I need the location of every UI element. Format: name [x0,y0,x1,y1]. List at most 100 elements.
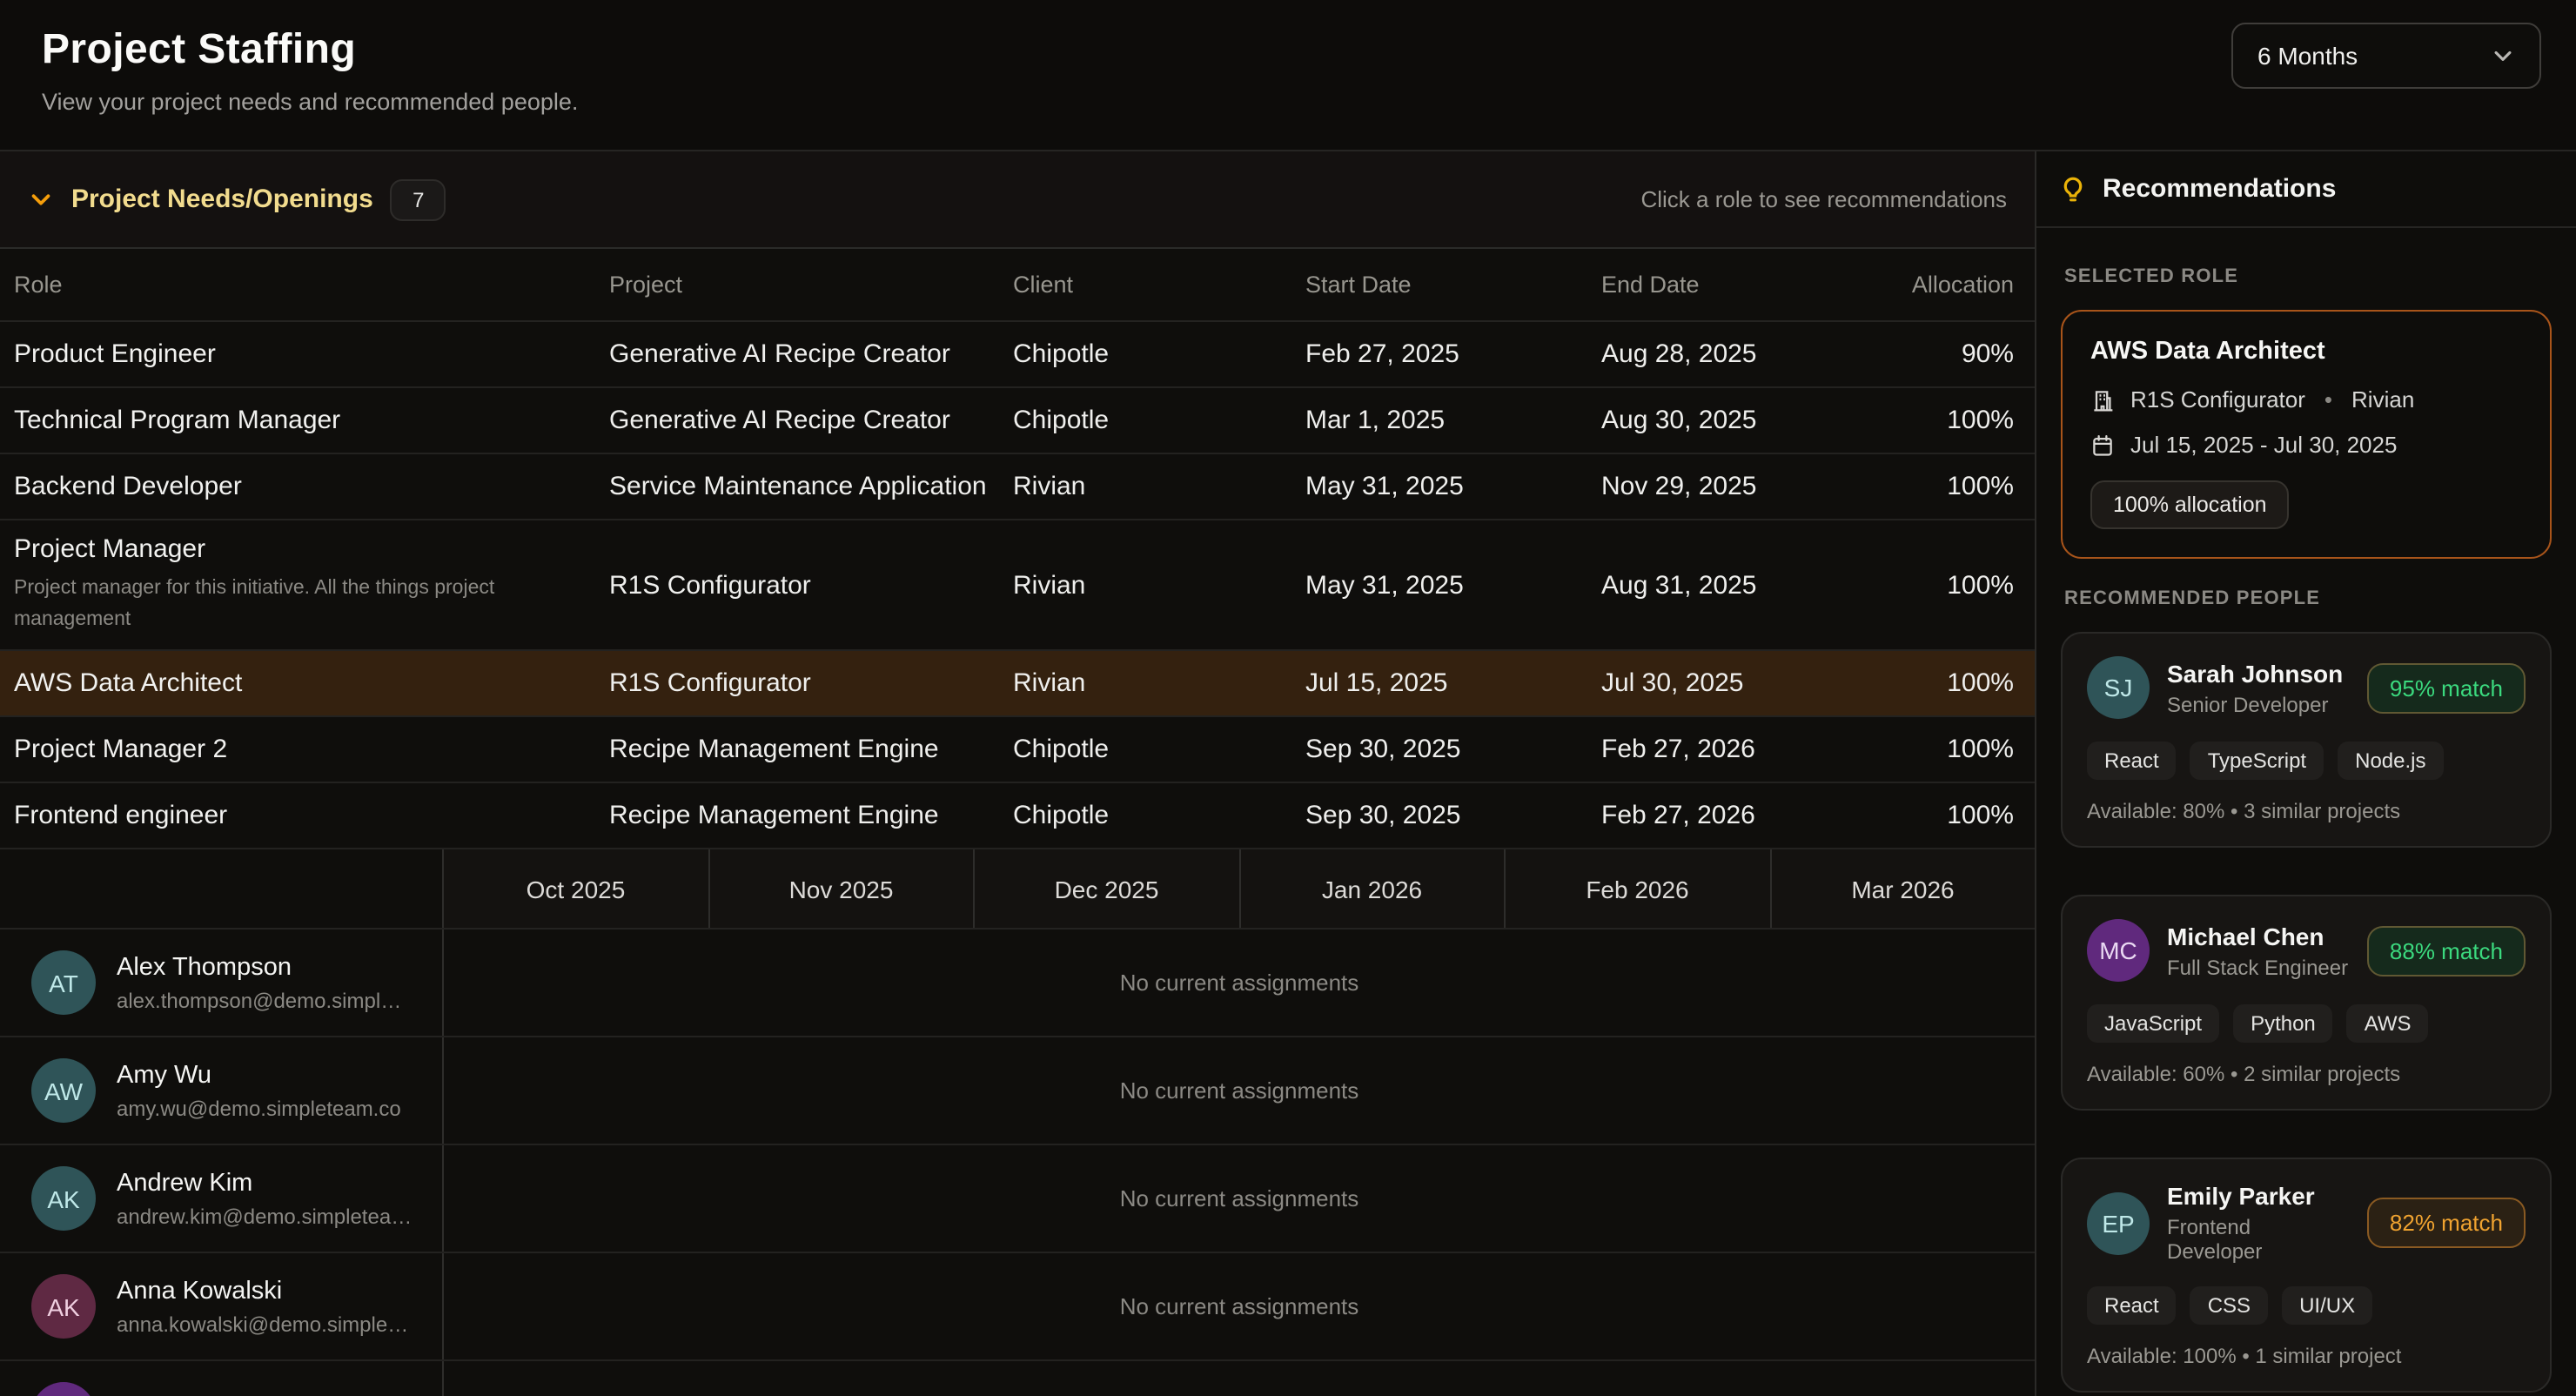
collapse-chevron-icon[interactable] [28,186,54,212]
month-cell: Feb 2026 [1504,849,1769,928]
cell-end-date: Nov 29, 2025 [1601,472,1897,501]
selected-role-client: Rivian [2351,386,2414,413]
person-email: alex.thompson@demo.simpleteam.co [117,988,413,1012]
page-header: Project Staffing View your project needs… [0,0,2576,151]
needs-table-header: Role Project Client Start Date End Date … [0,249,2035,322]
recommended-person-title: Full Stack Engineer [2167,955,2348,979]
people-timeline-list: AT Alex Thompson alex.thompson@demo.simp… [0,930,2035,1396]
need-row[interactable]: Backend Developer Service Maintenance Ap… [0,454,2035,520]
needs-count-badge: 7 [391,178,446,220]
recommended-person-card[interactable]: EP Emily Parker Frontend Developer 82% m… [2061,1158,2552,1393]
time-range-select[interactable]: 6 Months [2231,23,2541,89]
avatar: AK [31,1274,96,1339]
match-badge: 95% match [2367,662,2526,713]
skill-chip: React [2087,742,2177,780]
cell-start-date: Sep 30, 2025 [1305,801,1601,830]
avatar: AT [31,950,96,1015]
skill-chip: JavaScript [2087,1004,2219,1043]
person-email: amy.wu@demo.simpleteam.co [117,1096,401,1120]
lightbulb-icon [2059,175,2087,203]
building-icon [2090,387,2115,412]
project-staffing-app: Project Staffing View your project needs… [0,0,2576,1396]
cell-project: Generative AI Recipe Creator [609,406,1013,435]
cell-start-date: Mar 1, 2025 [1305,406,1601,435]
cell-allocation: 100% [1897,801,2035,830]
selected-role-title: AWS Data Architect [2090,338,2522,366]
cell-client: Rivian [1013,668,1305,698]
availability-text: Available: 60% • 2 similar projects [2087,1062,2526,1086]
month-cell: Nov 2025 [708,849,973,928]
column-header-client: Client [1013,272,1305,298]
person-row[interactable]: AT Alex Thompson alex.thompson@demo.simp… [0,930,2035,1037]
cell-project: R1S Configurator [609,570,1013,600]
person-row[interactable]: AT Ashley Turner No current assignments [0,1361,2035,1396]
recommended-person-card[interactable]: MC Michael Chen Full Stack Engineer 88% … [2061,895,2552,1111]
recommended-person-card[interactable]: SJ Sarah Johnson Senior Developer 95% ma… [2061,632,2552,848]
needs-table-body: Product Engineer Generative AI Recipe Cr… [0,322,2035,849]
page-title: Project Staffing [42,24,2534,77]
skill-chip: UI/UX [2282,1286,2372,1325]
need-row[interactable]: Technical Program Manager Generative AI … [0,388,2035,454]
no-assignments-label: No current assignments [1120,970,1359,996]
cell-role: Technical Program Manager [14,406,609,435]
person-row[interactable]: AW Amy Wu amy.wu@demo.simpleteam.co No c… [0,1037,2035,1145]
cell-client: Chipotle [1013,735,1305,764]
recommended-people-label: RECOMMENDED PEOPLE [2064,588,2552,609]
cell-end-date: Aug 31, 2025 [1601,570,1897,600]
recommended-people-list: SJ Sarah Johnson Senior Developer 95% ma… [2061,632,2552,1393]
need-row[interactable]: Product Engineer Generative AI Recipe Cr… [0,322,2035,388]
month-cell: Mar 2026 [1769,849,2035,928]
cell-end-date: Aug 28, 2025 [1601,339,1897,369]
month-cell: Oct 2025 [442,849,708,928]
recommendations-panel: Recommendations SELECTED ROLE AWS Data A… [2035,151,2576,1396]
no-assignments-label: No current assignments [1120,1077,1359,1104]
need-row[interactable]: Frontend engineer Recipe Management Engi… [0,783,2035,849]
timeline-people-column-spacer [0,849,442,928]
cell-project: Generative AI Recipe Creator [609,339,1013,369]
skill-chip: CSS [2190,1286,2268,1325]
cell-allocation: 100% [1897,472,2035,501]
person-email: anna.kowalski@demo.simpleteam.co [117,1312,413,1336]
cell-allocation: 100% [1897,735,2035,764]
need-row[interactable]: AWS Data Architect R1S Configurator Rivi… [0,651,2035,717]
recommended-person-name: Michael Chen [2167,922,2348,950]
person-row[interactable]: AK Andrew Kim andrew.kim@demo.simpleteam… [0,1145,2035,1253]
selected-role-card[interactable]: AWS Data Architect R1S Configurator • Ri… [2061,310,2552,559]
cell-role: Backend Developer [14,472,609,501]
cell-role: Project Manager [14,535,609,565]
cell-project: Service Maintenance Application [609,472,1013,501]
no-assignments-label: No current assignments [1120,1293,1359,1319]
recommendations-title: Recommendations [2103,174,2336,204]
person-name: Alex Thompson [117,953,413,981]
avatar: AW [31,1058,96,1123]
skill-chip: TypeScript [2190,742,2324,780]
cell-project: Recipe Management Engine [609,801,1013,830]
need-row[interactable]: Project Manager 2 Recipe Management Engi… [0,717,2035,783]
person-name: Andrew Kim [117,1169,413,1197]
cell-role: Product Engineer [14,339,609,369]
needs-section-header[interactable]: Project Needs/Openings 7 Click a role to… [0,151,2035,249]
availability-text: Available: 80% • 3 similar projects [2087,799,2526,823]
cell-project: R1S Configurator [609,668,1013,698]
cell-end-date: Aug 30, 2025 [1601,406,1897,435]
cell-client: Rivian [1013,570,1305,600]
staffing-main: Project Needs/Openings 7 Click a role to… [0,151,2035,1396]
person-row[interactable]: AK Anna Kowalski anna.kowalski@demo.simp… [0,1253,2035,1361]
role-description: Project manager for this initiative. All… [14,575,609,635]
person-email: andrew.kim@demo.simpleteam.co [117,1204,413,1228]
recommendations-header: Recommendations [2036,151,2576,228]
page-subtitle: View your project needs and recommended … [42,89,2534,115]
person-name: Amy Wu [117,1061,401,1089]
recommendations-content: SELECTED ROLE AWS Data Architect R1S Con… [2036,228,2576,1396]
cell-client: Chipotle [1013,406,1305,435]
calendar-icon [2090,433,2115,457]
need-row[interactable]: Project Manager Project manager for this… [0,520,2035,651]
skill-chip: React [2087,1286,2177,1325]
column-header-role: Role [0,272,609,298]
cell-role: AWS Data Architect [14,668,609,698]
availability-text: Available: 100% • 1 similar project [2087,1344,2526,1368]
cell-allocation: 100% [1897,668,2035,698]
person-name: Anna Kowalski [117,1277,413,1305]
cell-start-date: May 31, 2025 [1305,570,1601,600]
skill-chip: Node.js [2338,742,2443,780]
